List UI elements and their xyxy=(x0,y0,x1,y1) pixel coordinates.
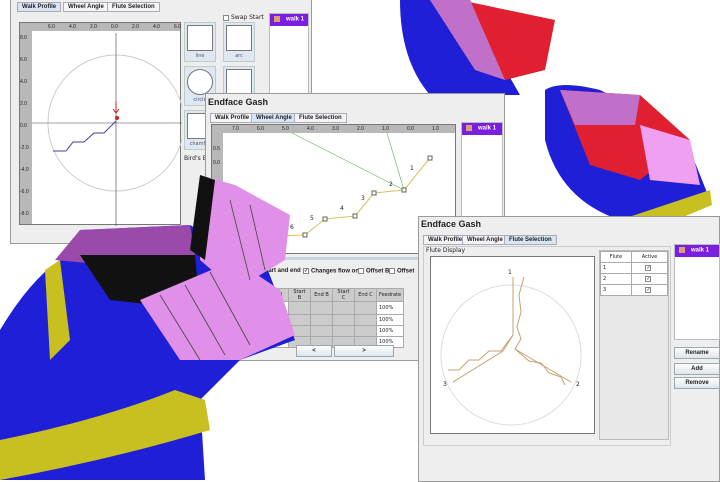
flute-table: Flute Active 1 ✓ 2 ✓ 3 ✓ xyxy=(600,251,669,296)
tab-flute-selection[interactable]: Flute Selection xyxy=(504,235,557,245)
table-row: 2 ✓ xyxy=(600,273,669,285)
table-row: 3 ✓ xyxy=(600,284,669,296)
tab-wheel-angle[interactable]: Wheel Angle xyxy=(462,235,508,245)
flute-display-label: Flute Display xyxy=(426,247,465,254)
flute-label: 3 xyxy=(443,381,447,388)
window-title: Endface Gash xyxy=(421,219,482,229)
flute-display-canvas[interactable]: 1 2 3 xyxy=(430,256,595,434)
flute-label: 1 xyxy=(508,269,512,276)
walk-list: walk 1 xyxy=(674,244,720,340)
flute-plot xyxy=(440,276,582,426)
endface-gash-flute-selection-window: Endface Gash Walk Profile Wheel Angle Fl… xyxy=(418,216,720,482)
flute-label: 2 xyxy=(576,381,580,388)
active-checkbox[interactable]: ✓ xyxy=(645,275,652,282)
rename-button[interactable]: Rename xyxy=(674,347,720,359)
active-checkbox[interactable]: ✓ xyxy=(645,286,652,293)
remove-button[interactable]: Remove xyxy=(674,377,720,389)
flute-table-panel: Flute Active 1 ✓ 2 ✓ 3 ✓ xyxy=(599,250,669,440)
walk-item[interactable]: walk 1 xyxy=(675,245,719,257)
active-checkbox[interactable]: ✓ xyxy=(645,264,652,271)
tab-walk-profile[interactable]: Walk Profile xyxy=(423,235,468,245)
table-row: 1 ✓ xyxy=(600,262,669,274)
add-button[interactable]: Add xyxy=(674,363,720,375)
